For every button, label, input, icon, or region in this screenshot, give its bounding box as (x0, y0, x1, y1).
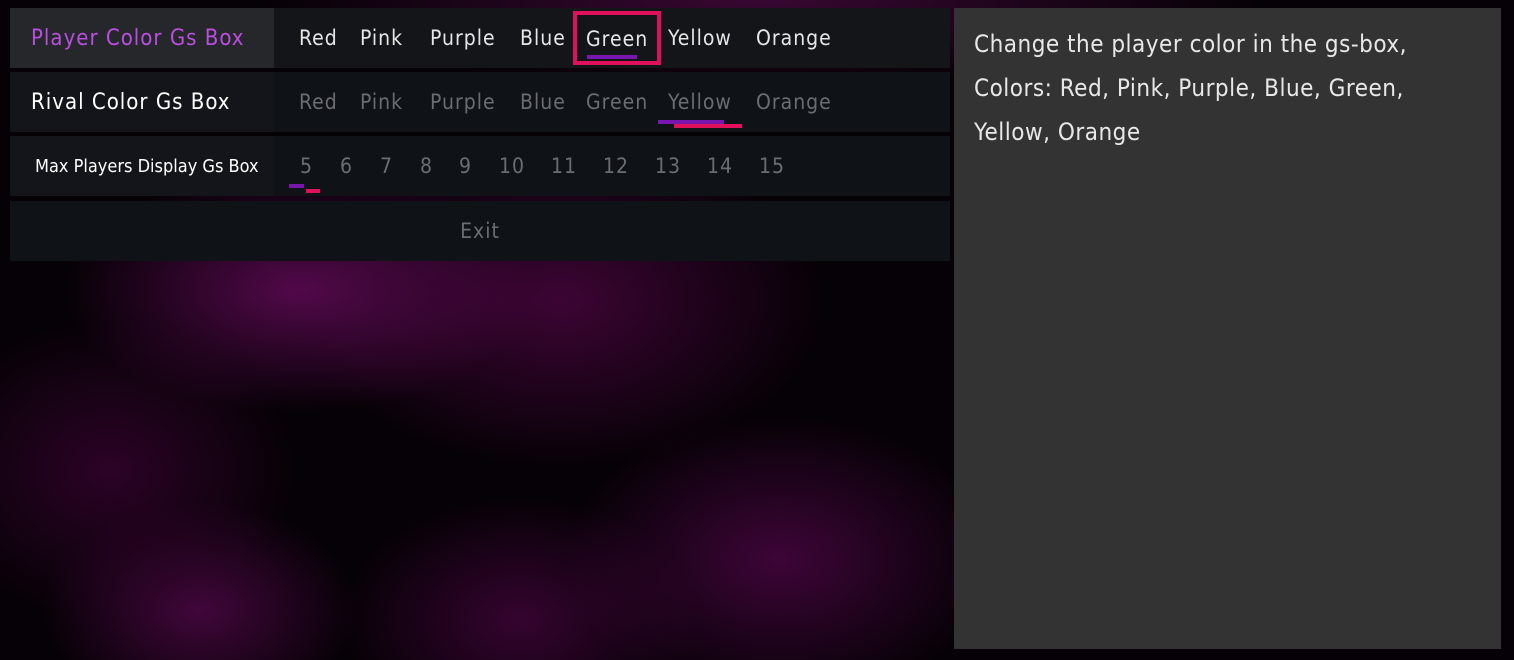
max-players-purple-underline (289, 184, 304, 188)
max-players-option-9[interactable]: 9 (459, 136, 472, 196)
max-players-option-12[interactable]: 12 (603, 136, 629, 196)
rival-color-row[interactable]: Rival Color Gs Box Red Pink Purple Blue … (10, 72, 950, 132)
rival-color-option-blue[interactable]: Blue (520, 72, 566, 132)
player-color-option-purple[interactable]: Purple (430, 8, 496, 68)
player-color-option-yellow[interactable]: Yellow (668, 8, 732, 68)
max-players-option-14[interactable]: 14 (707, 136, 733, 196)
description-panel: Change the player color in the gs-box, C… (954, 8, 1501, 649)
player-color-option-blue[interactable]: Blue (520, 8, 566, 68)
rival-color-option-orange[interactable]: Orange (756, 72, 832, 132)
player-color-selection-underline (587, 55, 637, 59)
rival-color-option-red[interactable]: Red (299, 72, 338, 132)
max-players-row[interactable]: Max Players Display Gs Box 5 6 7 8 9 10 … (10, 136, 950, 196)
max-players-option-11[interactable]: 11 (551, 136, 577, 196)
max-players-label: Max Players Display Gs Box (10, 136, 274, 196)
max-players-red-underline (306, 189, 320, 193)
player-color-option-pink[interactable]: Pink (360, 8, 403, 68)
max-players-option-13[interactable]: 13 (655, 136, 681, 196)
rival-color-red-underline (674, 124, 742, 128)
rival-color-option-green[interactable]: Green (586, 72, 648, 132)
max-players-option-7[interactable]: 7 (380, 136, 393, 196)
max-players-option-8[interactable]: 8 (420, 136, 433, 196)
max-players-option-15[interactable]: 15 (759, 136, 785, 196)
exit-label: Exit (460, 219, 500, 243)
max-players-option-6[interactable]: 6 (340, 136, 353, 196)
player-color-options: Red Pink Purple Blue Green Yellow Orange (274, 8, 950, 68)
player-color-row[interactable]: Player Color Gs Box Red Pink Purple Blue… (10, 8, 950, 68)
max-players-options: 5 6 7 8 9 10 11 12 13 14 15 (274, 136, 950, 196)
description-text: Change the player color in the gs-box, C… (974, 30, 1407, 146)
rival-color-option-pink[interactable]: Pink (360, 72, 403, 132)
rival-color-label: Rival Color Gs Box (10, 72, 274, 132)
player-color-option-orange[interactable]: Orange (756, 8, 832, 68)
max-players-option-10[interactable]: 10 (499, 136, 525, 196)
exit-button[interactable]: Exit (10, 201, 950, 261)
rival-color-options: Red Pink Purple Blue Green Yellow Orange (274, 72, 950, 132)
player-color-label: Player Color Gs Box (10, 8, 274, 68)
player-color-option-red[interactable]: Red (299, 8, 338, 68)
rival-color-option-purple[interactable]: Purple (430, 72, 496, 132)
